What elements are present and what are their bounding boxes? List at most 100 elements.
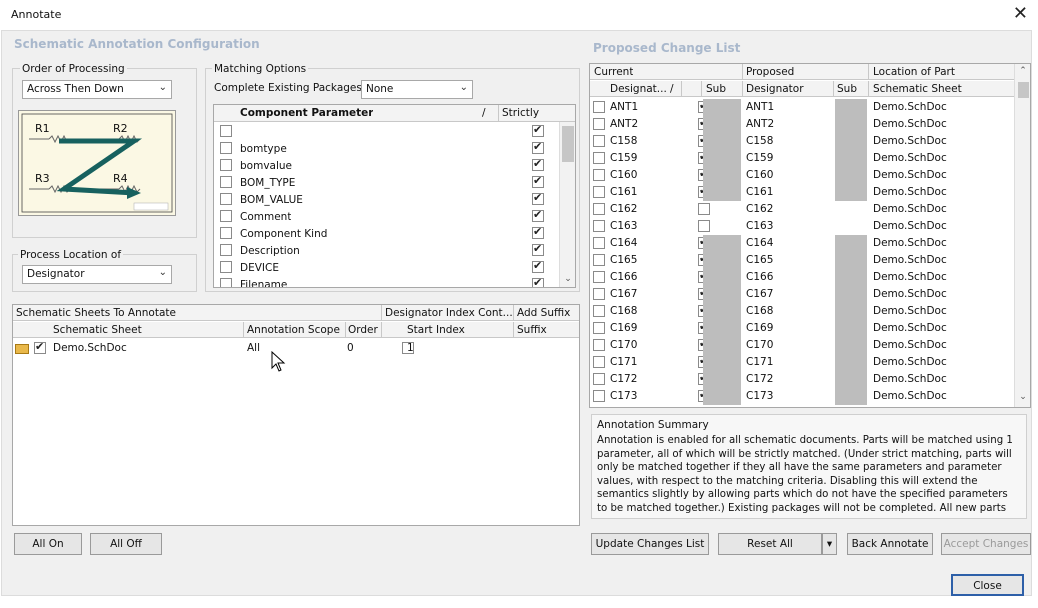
chevron-down-icon[interactable]: ⌄: [1017, 392, 1029, 402]
table-row[interactable]: C162 C162 Demo.SchDoc: [590, 201, 1014, 218]
row-select-checkbox[interactable]: [593, 186, 605, 198]
list-item[interactable]: [214, 123, 559, 140]
reset-all-button[interactable]: Reset All: [718, 533, 822, 555]
table-row[interactable]: ANT2 ANT2 Demo.SchDoc: [590, 116, 1014, 133]
col-order[interactable]: Order: [348, 324, 378, 336]
reset-all-dropdown[interactable]: ▾: [822, 533, 837, 555]
col-component-parameter[interactable]: Component Parameter: [240, 107, 373, 119]
param-checkbox[interactable]: [220, 176, 232, 188]
col-current-designator[interactable]: Designat...: [610, 83, 667, 95]
sheet-checkbox[interactable]: [34, 340, 46, 354]
strictly-checkbox[interactable]: [532, 140, 544, 154]
list-item[interactable]: Description: [214, 242, 559, 259]
table-row[interactable]: C168 C168 Demo.SchDoc: [590, 303, 1014, 320]
list-item[interactable]: bomtype: [214, 140, 559, 157]
row-select-checkbox[interactable]: [593, 339, 605, 351]
col-suffix[interactable]: Suffix: [517, 324, 547, 336]
row-select-checkbox[interactable]: [593, 237, 605, 249]
param-checkbox[interactable]: [220, 159, 232, 171]
back-annotate-button[interactable]: Back Annotate: [847, 533, 933, 555]
process-location-select[interactable]: Designator ⌄: [22, 265, 172, 284]
table-row[interactable]: C158 C158 Demo.SchDoc: [590, 133, 1014, 150]
order-of-processing-select[interactable]: Across Then Down ⌄: [22, 80, 172, 99]
proposed-scroll-thumb[interactable]: [1018, 82, 1029, 98]
row-select-checkbox[interactable]: [593, 322, 605, 334]
param-checkbox[interactable]: [220, 125, 232, 137]
table-row[interactable]: C163 C163 Demo.SchDoc: [590, 218, 1014, 235]
strictly-checkbox[interactable]: [532, 276, 544, 287]
close-icon[interactable]: ✕: [1013, 3, 1028, 24]
row-select-checkbox[interactable]: [593, 118, 605, 130]
row-select-checkbox[interactable]: [593, 288, 605, 300]
list-item[interactable]: Component Kind: [214, 225, 559, 242]
param-checkbox[interactable]: [220, 278, 232, 287]
param-checkbox[interactable]: [220, 210, 232, 222]
param-checkbox[interactable]: [220, 227, 232, 239]
strictly-checkbox[interactable]: [532, 123, 544, 137]
list-item[interactable]: BOM_VALUE: [214, 191, 559, 208]
table-row[interactable]: C167 C167 Demo.SchDoc: [590, 286, 1014, 303]
table-row[interactable]: C166 C166 Demo.SchDoc: [590, 269, 1014, 286]
current-include-checkbox[interactable]: [698, 203, 710, 215]
param-scroll-thumb[interactable]: [562, 126, 574, 162]
strictly-checkbox[interactable]: [532, 259, 544, 273]
table-row[interactable]: C169 C169 Demo.SchDoc: [590, 320, 1014, 337]
col-proposed-sub[interactable]: Sub: [837, 83, 857, 95]
row-select-checkbox[interactable]: [593, 254, 605, 266]
list-item[interactable]: bomvalue: [214, 157, 559, 174]
list-item[interactable]: Filename: [214, 276, 559, 287]
chevron-up-icon[interactable]: ⌃: [1017, 66, 1029, 76]
list-item[interactable]: Comment: [214, 208, 559, 225]
table-row[interactable]: C164 C164 Demo.SchDoc: [590, 235, 1014, 252]
current-include-checkbox[interactable]: [698, 220, 710, 232]
proposed-scrollbar[interactable]: ⌃ ⌄: [1014, 64, 1030, 407]
strictly-checkbox[interactable]: [532, 208, 544, 222]
table-row[interactable]: C173 C173 Demo.SchDoc: [590, 388, 1014, 405]
row-select-checkbox[interactable]: [593, 152, 605, 164]
row-select-checkbox[interactable]: [593, 169, 605, 181]
param-scrollbar[interactable]: ⌄: [559, 122, 575, 287]
sheet-scope[interactable]: All: [247, 342, 260, 354]
row-select-checkbox[interactable]: [593, 101, 605, 113]
strictly-checkbox[interactable]: [532, 157, 544, 171]
table-row[interactable]: ANT1 ANT1 Demo.SchDoc: [590, 99, 1014, 116]
col-start-index[interactable]: Start Index: [407, 324, 465, 336]
sheet-order[interactable]: 0: [347, 342, 354, 354]
list-item[interactable]: BOM_TYPE: [214, 174, 559, 191]
row-select-checkbox[interactable]: [593, 305, 605, 317]
param-checkbox[interactable]: [220, 261, 232, 273]
table-row[interactable]: C165 C165 Demo.SchDoc: [590, 252, 1014, 269]
table-row[interactable]: C172 C172 Demo.SchDoc: [590, 371, 1014, 388]
col-proposed-designator[interactable]: Designator: [746, 83, 804, 95]
table-row[interactable]: C170 C170 Demo.SchDoc: [590, 337, 1014, 354]
chevron-down-icon[interactable]: ⌄: [562, 274, 574, 284]
col-schematic-sheet[interactable]: Schematic Sheet: [53, 324, 142, 336]
strictly-checkbox[interactable]: [532, 191, 544, 205]
row-select-checkbox[interactable]: [593, 220, 605, 232]
strictly-checkbox[interactable]: [532, 174, 544, 188]
table-row[interactable]: C161 C161 Demo.SchDoc: [590, 184, 1014, 201]
col-schematic-sheet[interactable]: Schematic Sheet: [873, 83, 962, 95]
row-select-checkbox[interactable]: [593, 390, 605, 402]
col-current-sub[interactable]: Sub: [706, 83, 726, 95]
table-row[interactable]: C159 C159 Demo.SchDoc: [590, 150, 1014, 167]
col-strictly[interactable]: Strictly: [502, 107, 539, 119]
update-changes-list-button[interactable]: Update Changes List: [591, 533, 709, 555]
sheet-start-index[interactable]: 1: [407, 342, 414, 354]
strictly-checkbox[interactable]: [532, 242, 544, 256]
close-button[interactable]: Close: [951, 574, 1024, 596]
param-checkbox[interactable]: [220, 244, 232, 256]
complete-existing-select[interactable]: None ⌄: [361, 80, 473, 99]
param-checkbox[interactable]: [220, 193, 232, 205]
row-select-checkbox[interactable]: [593, 135, 605, 147]
table-row[interactable]: Demo.SchDoc All 0 1: [13, 340, 579, 357]
row-select-checkbox[interactable]: [593, 356, 605, 368]
strictly-checkbox[interactable]: [532, 225, 544, 239]
table-row[interactable]: C160 C160 Demo.SchDoc: [590, 167, 1014, 184]
all-off-button[interactable]: All Off: [90, 533, 162, 555]
list-item[interactable]: DEVICE: [214, 259, 559, 276]
row-select-checkbox[interactable]: [593, 203, 605, 215]
col-annotation-scope[interactable]: Annotation Scope: [247, 324, 340, 336]
row-select-checkbox[interactable]: [593, 271, 605, 283]
row-select-checkbox[interactable]: [593, 373, 605, 385]
